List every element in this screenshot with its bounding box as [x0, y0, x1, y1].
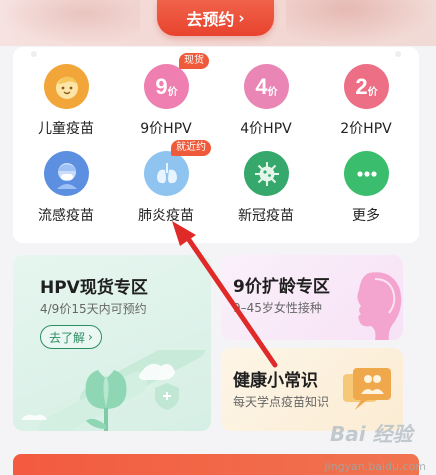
- more-dots-icon: [344, 151, 389, 196]
- vaccine-label: 肺炎疫苗: [138, 208, 194, 224]
- virus-icon: [244, 151, 289, 196]
- chevron-right-icon: ›: [88, 330, 93, 344]
- vaccine-item-pneumonia[interactable]: 就近约 肺炎疫苗: [116, 134, 216, 224]
- age-zone-title: 9价扩龄专区: [233, 277, 330, 297]
- valence-number: 4: [255, 73, 268, 99]
- vaccine-item-covid[interactable]: 新冠疫苗: [216, 134, 316, 224]
- woman-profile-icon: [357, 272, 402, 340]
- book-appointment-button[interactable]: 去预约 ›: [157, 0, 274, 36]
- flu-person-icon: [44, 151, 89, 196]
- watermark-url: jingyan.baidu.com: [324, 460, 426, 473]
- learn-more-label: 去了解: [49, 330, 86, 345]
- tulip-illustration: [21, 350, 207, 431]
- two-valent-icon: 2价: [344, 64, 389, 109]
- vaccine-item-hpv2[interactable]: 2价 2价HPV: [316, 47, 416, 137]
- valence-number: 2: [355, 73, 368, 99]
- child-face-icon: [44, 64, 89, 109]
- vaccine-item-hpv9[interactable]: 9价 现货 9价HPV: [116, 47, 216, 137]
- vaccine-item-hpv4[interactable]: 4价 4价HPV: [216, 47, 316, 137]
- learn-more-button[interactable]: 去了解 ›: [40, 325, 102, 349]
- baidu-jingyan-logo: Bai 经验: [330, 422, 413, 446]
- four-valent-icon: 4价: [244, 64, 289, 109]
- book-label: 去预约: [186, 10, 235, 29]
- hpv-zone-title: HPV现货专区: [40, 278, 148, 298]
- valence-number: 9: [155, 73, 168, 99]
- valence-unit: 价: [367, 86, 378, 98]
- chevron-right-icon: ›: [238, 9, 245, 27]
- vaccine-item-child[interactable]: 儿童疫苗: [16, 47, 116, 137]
- nine-valent-icon: 9价: [144, 64, 189, 109]
- valence-unit: 价: [167, 86, 178, 98]
- vaccine-category-card: 儿童疫苗 9价 现货 9价HPV 4价 4价HPV 2价 2价HPV 流感疫苗: [13, 47, 419, 243]
- tips-subtitle: 每天学点疫苗知识: [233, 395, 330, 409]
- in-stock-badge: 现货: [179, 53, 209, 69]
- vaccine-label: 流感疫苗: [38, 208, 94, 224]
- age-expansion-zone-card[interactable]: 9价扩龄专区 9–45岁女性接种: [221, 255, 403, 340]
- nearby-badge: 就近约: [171, 140, 211, 156]
- vaccine-label: 更多: [352, 208, 380, 224]
- hpv-stock-zone-card[interactable]: HPV现货专区 4/9价15天内可预约 去了解 ›: [13, 255, 211, 431]
- chat-people-icon: [343, 368, 391, 410]
- lungs-icon: [144, 151, 189, 196]
- vaccine-label: 新冠疫苗: [238, 208, 294, 224]
- hpv-zone-subtitle: 4/9价15天内可预约: [40, 302, 147, 316]
- valence-unit: 价: [267, 86, 278, 98]
- age-zone-subtitle: 9–45岁女性接种: [233, 301, 322, 315]
- vaccine-item-flu[interactable]: 流感疫苗: [16, 134, 116, 224]
- vaccine-item-more[interactable]: 更多: [316, 134, 416, 224]
- tips-title: 健康小常识: [233, 371, 318, 391]
